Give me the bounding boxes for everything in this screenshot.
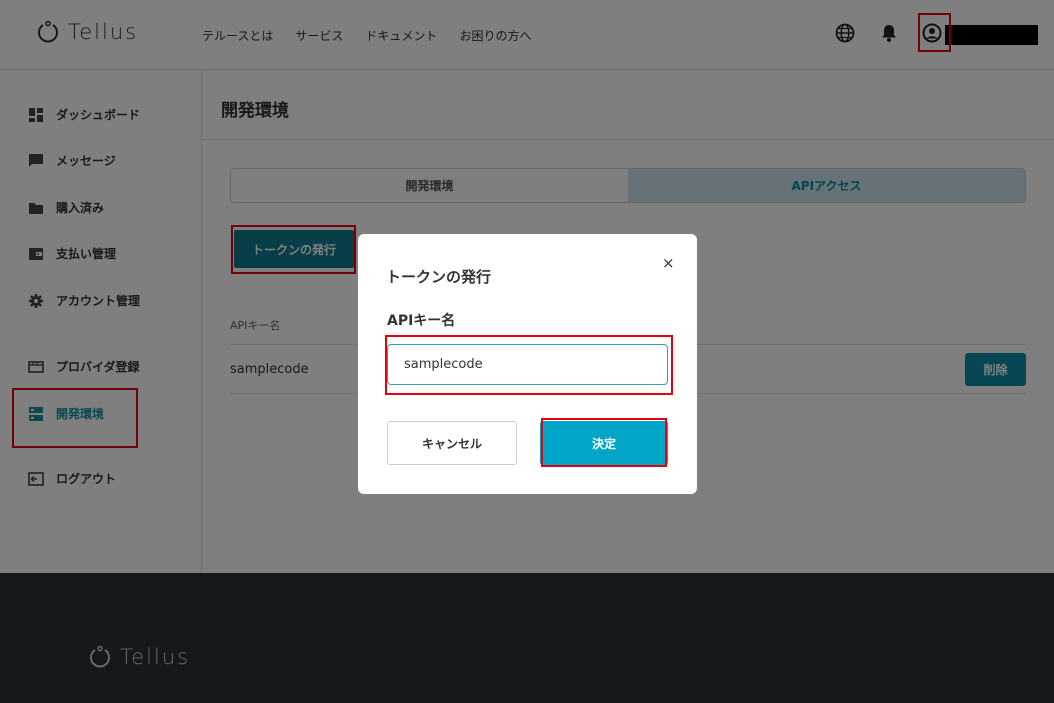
dialog-title: トークンの発行 bbox=[386, 268, 492, 286]
close-icon[interactable]: × bbox=[662, 254, 675, 272]
highlight-api-key-input bbox=[385, 335, 673, 395]
cancel-button[interactable]: キャンセル bbox=[387, 421, 517, 465]
issue-token-dialog: トークンの発行 × APIキー名 キャンセル 決定 bbox=[358, 234, 697, 494]
api-key-name-label: APIキー名 bbox=[387, 313, 456, 329]
highlight-confirm-button bbox=[541, 418, 667, 467]
